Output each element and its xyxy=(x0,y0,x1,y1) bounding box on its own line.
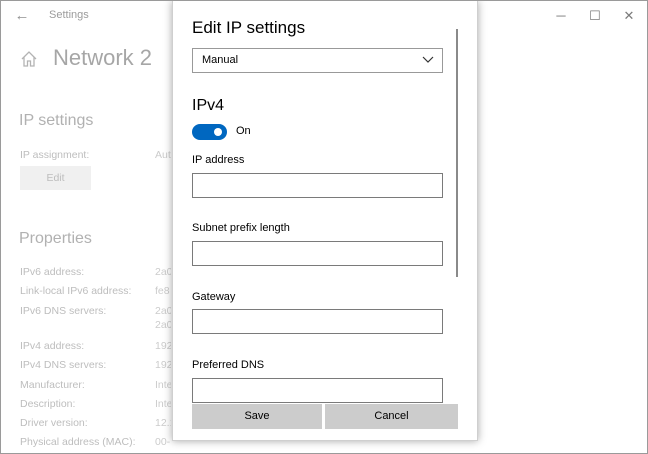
ipv4-toggle-label: On xyxy=(236,125,251,137)
chevron-down-icon xyxy=(422,56,434,63)
ipv4-toggle[interactable] xyxy=(192,124,227,140)
dialog-title: Edit IP settings xyxy=(192,18,306,37)
dialog-scrollbar[interactable] xyxy=(456,29,458,277)
preferred-dns-input[interactable] xyxy=(192,378,443,403)
ipv4-heading: IPv4 xyxy=(192,97,225,114)
ip-address-label: IP address xyxy=(192,154,245,166)
preferred-dns-label: Preferred DNS xyxy=(192,359,265,371)
subnet-prefix-length-input[interactable] xyxy=(192,241,443,266)
gateway-label: Gateway xyxy=(192,291,236,303)
ip-mode-value: Manual xyxy=(202,54,239,66)
gateway-input[interactable] xyxy=(192,309,443,334)
subnet-prefix-length-label: Subnet prefix length xyxy=(192,222,290,234)
ip-mode-dropdown[interactable]: Manual xyxy=(192,48,443,73)
ip-address-input[interactable] xyxy=(192,173,443,198)
settings-window: ← Settings ─ ☐ ✕ Network 2 IP settings I… xyxy=(0,0,648,454)
edit-ip-settings-dialog: Edit IP settings Manual IPv4 On IP addre… xyxy=(172,1,478,441)
toggle-knob xyxy=(214,128,222,136)
save-button[interactable]: Save xyxy=(192,404,322,429)
cancel-button[interactable]: Cancel xyxy=(325,404,458,429)
